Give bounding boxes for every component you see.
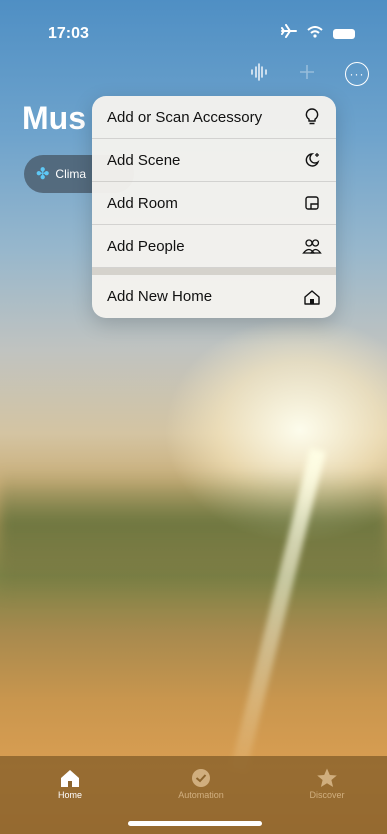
menu-item-add-scene[interactable]: Add Scene	[92, 139, 336, 182]
menu-item-add-room[interactable]: Add Room	[92, 182, 336, 225]
menu-item-label: Add People	[107, 237, 185, 255]
menu-item-add-accessory[interactable]: Add or Scan Accessory	[92, 96, 336, 139]
tab-label: Discover	[309, 790, 345, 800]
nav-toolbar: ···	[249, 62, 369, 86]
tab-discover[interactable]: Discover	[282, 766, 372, 800]
menu-item-label: Add or Scan Accessory	[107, 108, 263, 126]
tab-label: Automation	[178, 790, 224, 800]
automation-clock-icon	[156, 766, 246, 790]
home-tab-icon	[25, 766, 115, 790]
page-title: Mus	[22, 100, 86, 136]
lightbulb-icon	[302, 107, 322, 127]
star-icon	[282, 766, 372, 790]
home-screen: 17:03 ··· Mus ✤ Clima Add or Scan Access…	[0, 0, 387, 834]
airplane-icon	[281, 24, 297, 43]
add-plus-icon[interactable]	[299, 64, 315, 85]
status-icons	[281, 24, 355, 43]
home-indicator	[128, 821, 262, 826]
wifi-icon	[307, 25, 323, 43]
intercom-waveform-icon[interactable]	[249, 62, 269, 86]
battery-icon	[333, 28, 355, 39]
menu-item-add-new-home[interactable]: Add New Home	[92, 275, 336, 318]
room-icon	[302, 193, 322, 213]
menu-separator	[92, 268, 336, 275]
scene-icon	[302, 150, 322, 170]
background-field	[0, 470, 387, 600]
tab-home[interactable]: Home	[25, 766, 115, 800]
add-menu: Add or Scan Accessory Add Scene Add Room…	[92, 96, 336, 318]
menu-item-add-people[interactable]: Add People	[92, 225, 336, 268]
menu-item-label: Add New Home	[107, 288, 213, 305]
tab-label: Home	[57, 790, 82, 800]
status-time: 17:03	[48, 25, 89, 42]
tab-automation[interactable]: Automation	[156, 766, 246, 800]
more-options-icon[interactable]: ···	[345, 62, 369, 86]
menu-item-label: Add Scene	[107, 151, 181, 169]
home-icon	[302, 287, 322, 307]
status-bar: 17:03	[0, 0, 387, 54]
fan-icon: ✤	[36, 166, 50, 183]
chip-label: Clima	[55, 167, 87, 181]
menu-item-label: Add Room	[107, 194, 178, 212]
people-icon	[302, 236, 322, 256]
